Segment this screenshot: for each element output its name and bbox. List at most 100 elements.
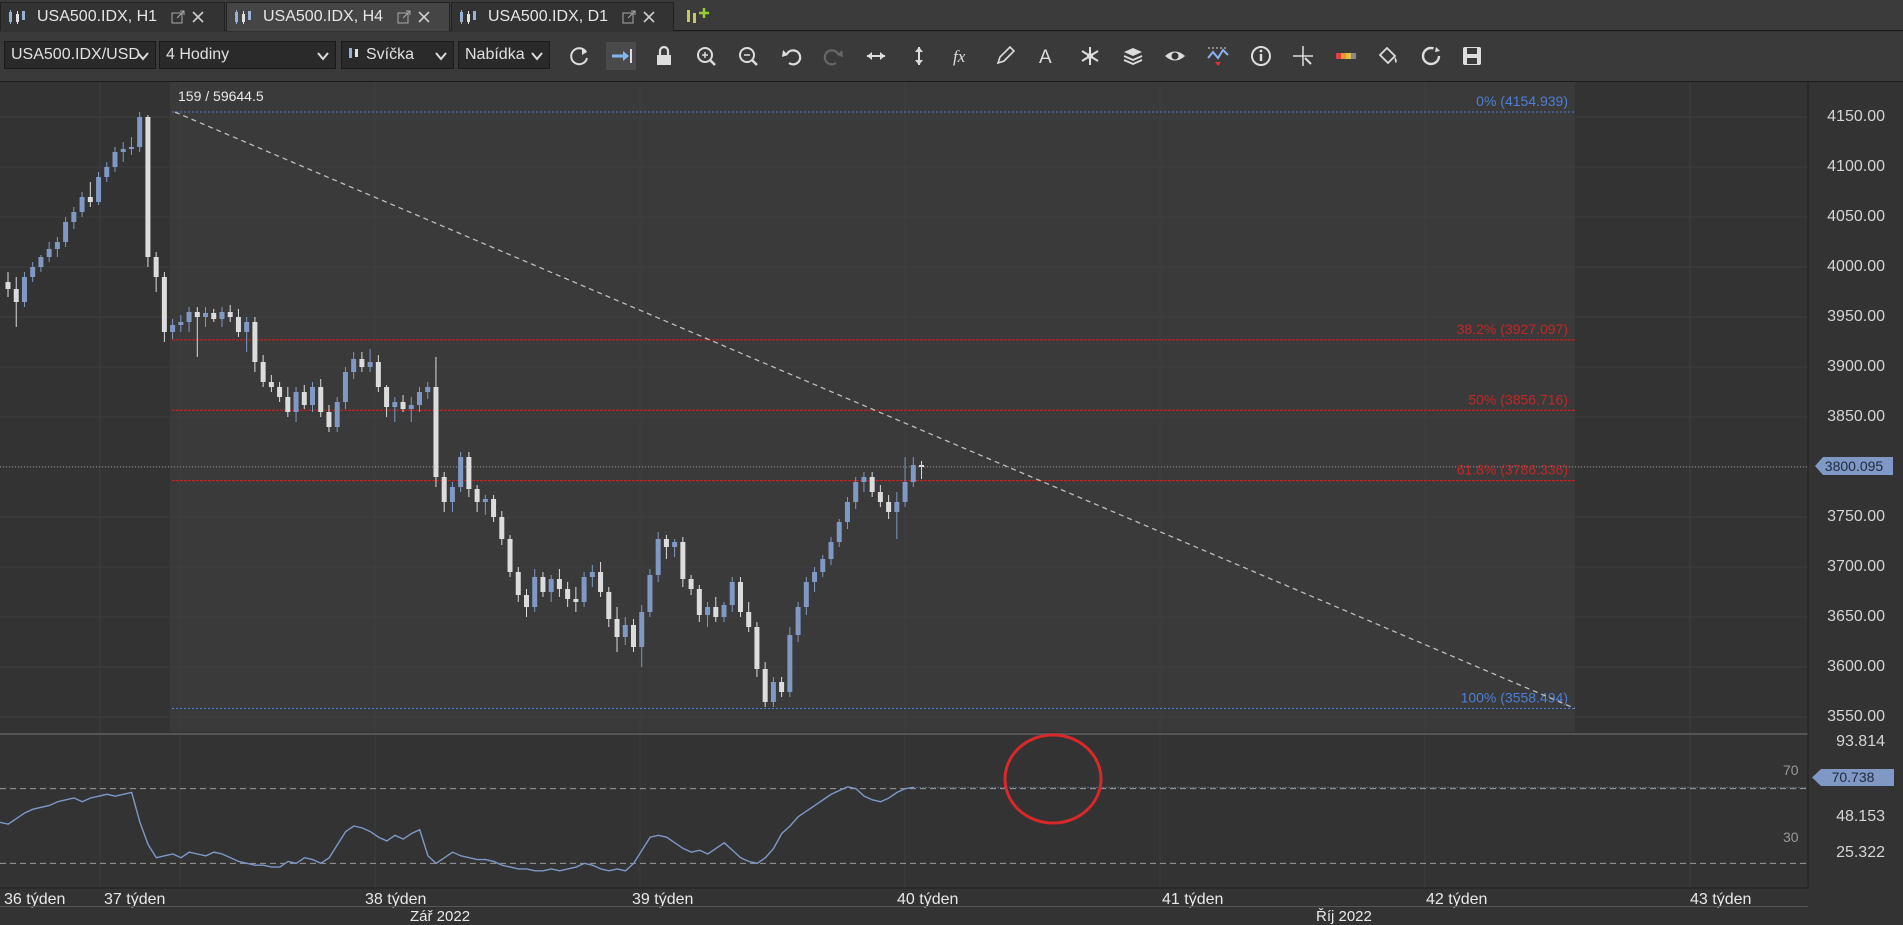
candle-body xyxy=(433,387,439,477)
chart-area[interactable]: 0% (4154.939) 38.2% (3927.097) 50% (3856.7… xyxy=(0,82,1903,925)
chevron-down-icon xyxy=(137,49,149,67)
indicators-icon[interactable]: fx xyxy=(947,42,977,70)
tab-usa500-h4[interactable]: USA500.IDX, H4 xyxy=(226,2,450,31)
candle-body xyxy=(482,499,488,502)
candle-body xyxy=(359,359,365,367)
candle-body xyxy=(186,312,192,322)
fib-label: 100% (3558.494) xyxy=(1461,690,1568,706)
candle-body xyxy=(71,212,77,222)
candle-body xyxy=(400,402,406,409)
candle-body xyxy=(836,522,842,542)
candle-body xyxy=(301,392,307,405)
candle-body xyxy=(581,577,587,602)
candle-body xyxy=(268,382,274,387)
candle-body xyxy=(46,249,52,257)
tab-label: USA500.IDX, D1 xyxy=(488,8,609,25)
popout-icon[interactable] xyxy=(397,10,411,24)
candle-body xyxy=(408,405,414,409)
candle-body xyxy=(647,575,653,612)
candle-body xyxy=(507,539,513,572)
candle-body xyxy=(260,362,266,382)
draw-pencil-icon[interactable] xyxy=(990,42,1020,70)
candle-body xyxy=(244,322,250,332)
cycle-icon[interactable] xyxy=(1416,42,1446,70)
price-tick: 3600.00 xyxy=(1827,658,1885,675)
chart-type-select[interactable]: Svíčka xyxy=(341,41,454,69)
close-icon[interactable] xyxy=(642,10,656,24)
chevron-down-icon xyxy=(317,49,329,67)
candle-body xyxy=(779,682,785,692)
price-chart[interactable]: 0% (4154.939) 38.2% (3927.097) 50% (3856.7… xyxy=(0,82,1903,925)
shift-chart-icon[interactable] xyxy=(606,42,636,70)
lock-icon[interactable] xyxy=(649,42,679,70)
close-icon[interactable] xyxy=(191,10,205,24)
redo-icon[interactable] xyxy=(819,42,849,70)
instrument-value: USA500.IDX/USD xyxy=(11,46,140,63)
candle-body xyxy=(417,392,422,405)
candle-body xyxy=(672,542,678,547)
info-icon[interactable] xyxy=(1246,42,1276,70)
layers-icon[interactable] xyxy=(1118,42,1148,70)
candle-body xyxy=(663,539,669,547)
popout-icon[interactable] xyxy=(171,10,185,24)
text-tool-icon[interactable]: A xyxy=(1032,42,1062,70)
zoom-out-icon[interactable] xyxy=(733,42,763,70)
candle-body xyxy=(515,572,521,595)
candle-body xyxy=(153,257,159,277)
price-axis[interactable]: 4150.00 4100.00 4050.00 4000.00 3950.00 3900.… xyxy=(1808,82,1903,732)
candle-body xyxy=(392,402,398,407)
candle-body xyxy=(680,542,686,579)
time-axis[interactable]: 36 týden 37 týden 38 týden 39 týden 40 týden… xyxy=(0,888,1808,925)
popout-icon[interactable] xyxy=(622,10,636,24)
instrument-select[interactable]: USA500.IDX/USD xyxy=(4,41,156,69)
candle-body xyxy=(458,457,464,487)
tab-usa500-h1[interactable]: USA500.IDX, H1 xyxy=(0,2,225,31)
undo-icon[interactable] xyxy=(776,42,806,70)
candle-body xyxy=(342,372,348,402)
candle-body xyxy=(87,197,93,202)
candle-body xyxy=(573,599,579,602)
period-select[interactable]: 4 Hodiny xyxy=(159,41,336,69)
candle-body xyxy=(491,499,497,517)
candle-body xyxy=(919,465,925,467)
close-icon[interactable] xyxy=(417,10,431,24)
candle-body xyxy=(449,487,455,502)
candle-body xyxy=(886,502,892,512)
price-tick: 3850.00 xyxy=(1827,408,1885,425)
alerts-icon[interactable] xyxy=(1203,42,1233,70)
candle-body xyxy=(112,152,118,167)
fill-bucket-icon[interactable] xyxy=(1373,42,1403,70)
vertical-scale-icon[interactable] xyxy=(904,42,934,70)
candle-body xyxy=(540,577,546,592)
candle-body xyxy=(688,579,694,589)
cursor-cross-icon[interactable] xyxy=(1288,42,1318,70)
fib-label: 50% (3856.716) xyxy=(1468,391,1568,407)
color-scheme-icon[interactable] xyxy=(1331,42,1361,70)
horizontal-scale-icon[interactable] xyxy=(861,42,891,70)
zoom-in-icon[interactable] xyxy=(691,42,721,70)
fib-label: 38.2% (3927.097) xyxy=(1457,321,1568,337)
candle-body xyxy=(252,322,258,362)
candle-body xyxy=(367,362,373,367)
chevron-down-icon xyxy=(435,49,447,67)
chevron-down-icon xyxy=(531,49,543,67)
candle-body xyxy=(54,242,60,249)
candle-body xyxy=(820,559,826,572)
crosshair-star-icon[interactable] xyxy=(1075,42,1105,70)
candle-body xyxy=(565,589,571,599)
fib-label: 61.8% (3786.336) xyxy=(1457,462,1568,478)
candle-body xyxy=(828,542,834,559)
candle-body xyxy=(606,592,612,619)
candle-body xyxy=(120,149,126,152)
candle-chart-icon xyxy=(458,9,478,25)
add-chart-icon[interactable] xyxy=(684,4,710,28)
fib-zone xyxy=(170,82,1575,732)
rsi-current-tag: 70.738 xyxy=(1812,769,1894,786)
visibility-eye-icon[interactable] xyxy=(1160,42,1190,70)
refresh-icon[interactable] xyxy=(565,42,595,70)
save-icon[interactable] xyxy=(1457,42,1487,70)
side-select[interactable]: Nabídka xyxy=(458,41,550,69)
cursor-readout: 159 / 59644.5 xyxy=(178,88,264,104)
rsi-axis-low: 25.322 xyxy=(1836,844,1885,861)
tab-usa500-d1[interactable]: USA500.IDX, D1 xyxy=(451,2,674,31)
